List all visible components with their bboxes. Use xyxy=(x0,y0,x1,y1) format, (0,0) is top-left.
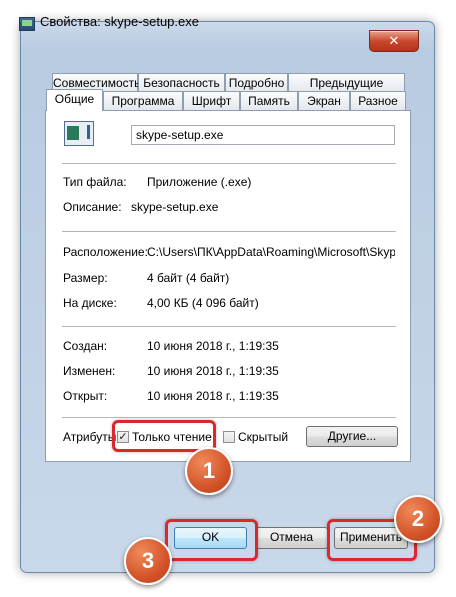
separator xyxy=(62,417,396,418)
file-type-value: Приложение (.exe) xyxy=(147,175,252,189)
ok-highlight xyxy=(165,519,258,561)
location-value: C:\Users\ПК\AppData\Roaming\Microsoft\Sk… xyxy=(147,245,395,259)
created-value: 10 июня 2018 г., 1:19:35 xyxy=(147,339,279,353)
tab-details[interactable]: Подробно xyxy=(225,73,288,92)
hidden-checkbox[interactable] xyxy=(223,431,235,443)
tab-misc[interactable]: Разное xyxy=(350,91,406,110)
description-label: Описание: xyxy=(63,200,122,214)
size-value: 4 байт (4 байт) xyxy=(147,271,230,285)
tab-font[interactable]: Шрифт xyxy=(183,91,240,110)
tab-previous-versions[interactable]: Предыдущие версии xyxy=(288,73,405,109)
other-attributes-button[interactable]: Другие... xyxy=(306,426,398,447)
separator xyxy=(62,326,396,327)
separator xyxy=(62,163,396,164)
exe-file-icon xyxy=(64,121,94,146)
created-label: Создан: xyxy=(63,339,108,353)
tab-screen[interactable]: Экран xyxy=(298,91,350,110)
size-label: Размер: xyxy=(63,271,108,285)
hidden-label[interactable]: Скрытый xyxy=(238,430,288,444)
window-title: Свойства: skype-setup.exe xyxy=(40,14,199,29)
tab-general[interactable]: Общие xyxy=(46,89,103,111)
tab-program[interactable]: Программа xyxy=(103,91,183,110)
step-2-badge: 2 xyxy=(394,495,442,543)
tab-security[interactable]: Безопасность xyxy=(138,73,225,92)
description-value: skype-setup.exe xyxy=(131,200,219,214)
step-1-badge: 1 xyxy=(185,447,233,495)
location-label: Расположение: xyxy=(63,245,148,259)
file-type-label: Тип файла: xyxy=(63,175,127,189)
disk-size-label: На диске: xyxy=(63,296,117,310)
file-name-input[interactable] xyxy=(131,125,395,145)
app-icon xyxy=(19,17,35,31)
step-3-badge: 3 xyxy=(124,537,172,585)
cancel-button[interactable]: Отмена xyxy=(255,527,328,549)
disk-size-value: 4,00 КБ (4 096 байт) xyxy=(147,296,259,310)
modified-label: Изменен: xyxy=(63,364,116,378)
opened-label: Открыт: xyxy=(63,389,108,403)
close-button[interactable]: ✕ xyxy=(369,30,419,52)
separator xyxy=(62,231,396,232)
opened-value: 10 июня 2018 г., 1:19:35 xyxy=(147,389,279,403)
modified-value: 10 июня 2018 г., 1:19:35 xyxy=(147,364,279,378)
readonly-highlight xyxy=(112,420,216,452)
tab-memory[interactable]: Память xyxy=(240,91,298,110)
